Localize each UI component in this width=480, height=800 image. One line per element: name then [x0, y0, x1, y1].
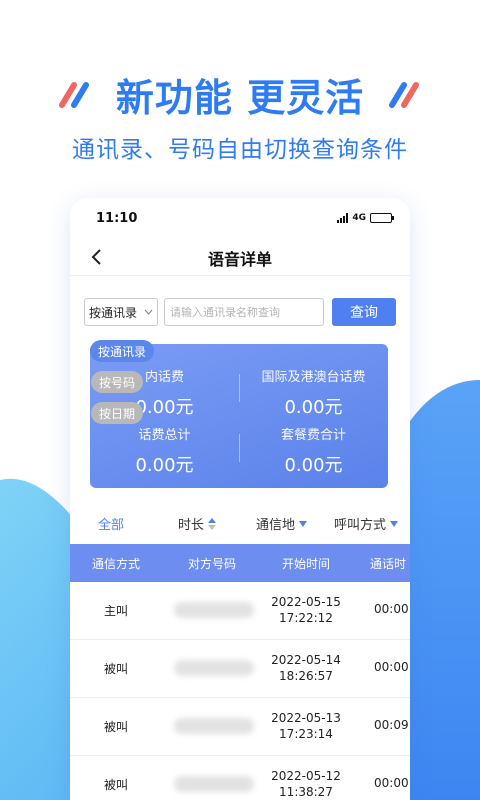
tab-duration[interactable]: 时长	[178, 514, 217, 533]
column-header: 对方号码	[187, 557, 236, 571]
start-time: 2022-05-14 18:26:57	[264, 652, 348, 684]
intl-fee-label: 国际及港澳台话费	[261, 370, 366, 385]
package-fee-label: 套餐费合计	[280, 428, 346, 443]
filter-row: 按通讯录 查询	[84, 298, 396, 326]
status-time: 11:10	[96, 210, 138, 226]
table-row[interactable]: 被叫 2022-05-14 18:26:57 00:00	[70, 640, 410, 698]
page-title: 语音详单	[207, 250, 272, 269]
status-bar: 11:10 4G	[70, 198, 410, 238]
start-date: 2022-05-15	[271, 595, 341, 609]
filter-dropdown-menu: 按通讯录 按号码 按日期	[90, 340, 154, 433]
call-duration: 00:00	[374, 660, 409, 674]
filter-type-value: 按通讯录	[89, 305, 138, 320]
intl-fee: 国际及港澳台话费 0.00元	[239, 366, 388, 419]
call-type: 被叫	[103, 720, 128, 734]
call-duration: 00:09	[374, 718, 409, 732]
start-time: 2022-05-13 17:23:14	[264, 710, 348, 742]
slash-decoration-icon	[389, 82, 420, 108]
call-duration: 00:00	[374, 776, 409, 790]
masked-phone-number	[174, 776, 254, 792]
start-time: 2022-05-12 11:38:27	[264, 768, 348, 800]
call-type: 主叫	[103, 604, 128, 618]
column-header: 通信方式	[91, 557, 140, 571]
table-row[interactable]: 被叫 2022-05-13 17:23:14 00:09	[70, 698, 410, 756]
column-header: 通话时	[370, 557, 407, 571]
start-clock: 17:22:12	[279, 611, 333, 625]
search-input[interactable]	[164, 298, 324, 326]
nav-bar: 语音详单	[70, 238, 410, 276]
start-clock: 18:26:57	[279, 669, 333, 683]
intl-fee-value: 0.00元	[284, 397, 343, 418]
start-time: 2022-05-15 17:22:12	[264, 594, 348, 626]
sort-icon	[208, 517, 217, 530]
masked-phone-number	[174, 718, 254, 734]
tab-location-label: 通信地	[256, 518, 296, 533]
filter-type-select[interactable]: 按通讯录	[84, 298, 158, 326]
table-row[interactable]: 主叫 2022-05-15 17:22:12 00:00	[70, 582, 410, 640]
start-date: 2022-05-14	[271, 653, 341, 667]
tab-all-label: 全部	[98, 518, 125, 533]
slash-decoration-icon	[58, 82, 89, 108]
promo-subtitle: 通讯录、号码自由切换查询条件	[72, 137, 408, 163]
start-clock: 17:23:14	[279, 727, 333, 741]
masked-phone-number	[174, 660, 254, 676]
sort-tabs: 全部 时长 通信地 呼叫方式	[70, 508, 410, 538]
tab-call-type-label: 呼叫方式	[334, 518, 387, 533]
battery-icon	[370, 213, 394, 223]
dropdown-option-number[interactable]: 按号码	[91, 371, 143, 393]
chevron-down-icon	[144, 309, 153, 315]
tab-all[interactable]: 全部	[98, 514, 124, 533]
dropdown-option-date[interactable]: 按日期	[91, 402, 143, 424]
call-type: 被叫	[103, 662, 128, 676]
table-header: 通信方式 对方号码 开始时间 通话时	[70, 544, 410, 582]
promo-title-row: 新功能 更灵活	[0, 66, 480, 122]
masked-phone-number	[174, 602, 254, 618]
tab-call-type[interactable]: 呼叫方式	[334, 514, 399, 533]
start-date: 2022-05-13	[271, 711, 341, 725]
phone-screen: 11:10 4G 语音详单 按通讯录 查询 内话费 0.00元	[70, 198, 410, 800]
call-duration: 00:00	[374, 602, 409, 616]
total-fee-value: 0.00元	[135, 455, 194, 476]
tab-location[interactable]: 通信地	[256, 514, 308, 533]
promo-title: 新功能 更灵活	[115, 75, 365, 120]
start-clock: 11:38:27	[279, 785, 333, 799]
package-fee-value: 0.00元	[284, 455, 343, 476]
dropdown-option-contacts[interactable]: 按通讯录	[90, 340, 154, 362]
tab-duration-label: 时长	[178, 518, 205, 533]
start-date: 2022-05-12	[271, 769, 341, 783]
caret-down-icon	[299, 520, 308, 527]
query-button[interactable]: 查询	[332, 298, 396, 326]
column-header: 开始时间	[281, 557, 330, 571]
status-indicators: 4G	[337, 213, 394, 223]
network-label: 4G	[352, 213, 366, 223]
caret-down-icon	[390, 520, 399, 527]
package-fee: 套餐费合计 0.00元	[239, 424, 388, 477]
table-row[interactable]: 被叫 2022-05-12 11:38:27 00:00	[70, 756, 410, 800]
call-type: 被叫	[103, 778, 128, 792]
signal-icon	[337, 213, 349, 223]
